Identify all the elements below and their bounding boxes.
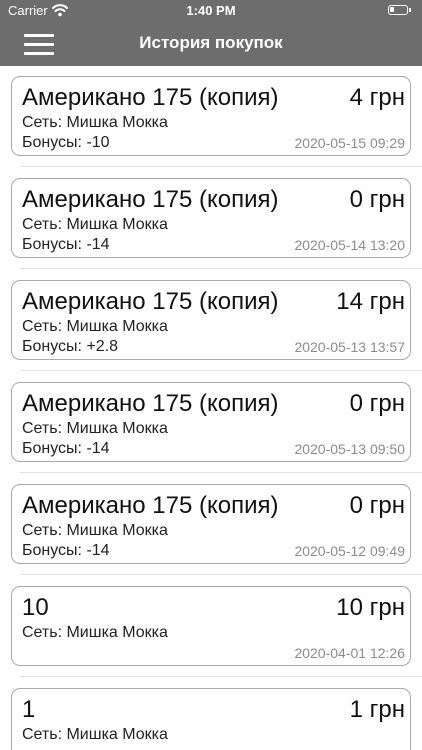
product-price: 0 грн [349, 186, 405, 213]
page-title: История покупок [139, 33, 283, 52]
network-label: Сеть: Мишка Мокка [22, 624, 168, 641]
purchase-card[interactable]: Американо 175 (копия) 0 грн Сеть: Мишка … [11, 382, 411, 462]
product-price: 0 грн [349, 492, 405, 519]
network-label: Сеть: Мишка Мокка [22, 318, 168, 335]
product-name: 1 [22, 696, 36, 723]
divider [20, 472, 422, 473]
purchase-card[interactable]: 10 10 грн Сеть: Мишка Мокка 2020-04-01 1… [11, 586, 411, 666]
product-name: Американо 175 (копия) [22, 186, 279, 213]
divider [20, 370, 422, 371]
purchase-date: 2020-04-01 12:26 [294, 645, 405, 661]
purchase-date: 2020-05-15 09:29 [294, 135, 405, 151]
network-label: Сеть: Мишка Мокка [22, 114, 168, 131]
purchase-date: 2020-05-13 09:50 [294, 441, 405, 457]
battery-icon [388, 5, 411, 15]
divider [20, 268, 422, 269]
status-bar: Carrier 1:40 PM [0, 0, 422, 22]
divider [20, 676, 422, 677]
hamburger-menu-icon[interactable] [24, 34, 54, 56]
purchase-date: 2020-05-13 13:57 [294, 339, 405, 355]
clock-time: 1:40 PM [186, 3, 236, 18]
product-name: Американо 175 (копия) [22, 390, 279, 417]
purchase-date: 2020-05-14 13:20 [294, 237, 405, 253]
network-label: Сеть: Мишка Мокка [22, 420, 168, 437]
bonus-label: Бонусы: -14 [22, 542, 110, 559]
bonus-label: Бонусы: -10 [22, 134, 110, 151]
bonus-label: Бонусы: -14 [22, 236, 110, 253]
network-label: Сеть: Мишка Мокка [22, 726, 168, 743]
product-name: Американо 175 (копия) [22, 84, 279, 111]
purchase-card[interactable]: 1 1 грн Сеть: Мишка Мокка [11, 688, 411, 750]
product-price: 0 грн [349, 390, 405, 417]
divider [20, 574, 422, 575]
bonus-label: Бонусы: -14 [22, 440, 110, 457]
product-name: Американо 175 (копия) [22, 288, 279, 315]
purchase-date: 2020-05-12 09:49 [294, 543, 405, 559]
nav-bar: История покупок [0, 22, 422, 66]
bonus-label: Бонусы: +2.8 [22, 338, 119, 355]
divider [20, 166, 422, 167]
product-price: 1 грн [349, 696, 405, 723]
purchase-card[interactable]: Американо 175 (копия) 4 грн Сеть: Мишка … [11, 76, 411, 156]
product-price: 4 грн [349, 84, 405, 111]
purchase-card[interactable]: Американо 175 (копия) 0 грн Сеть: Мишка … [11, 484, 411, 564]
purchase-card[interactable]: Американо 175 (копия) 0 грн Сеть: Мишка … [11, 178, 411, 258]
product-name: Американо 175 (копия) [22, 492, 279, 519]
product-price: 10 грн [336, 594, 405, 621]
purchase-list[interactable]: Американо 175 (копия) 4 грн Сеть: Мишка … [0, 66, 422, 750]
network-label: Сеть: Мишка Мокка [22, 522, 168, 539]
product-name: 10 [22, 594, 49, 621]
purchase-card[interactable]: Американо 175 (копия) 14 грн Сеть: Мишка… [11, 280, 411, 360]
network-label: Сеть: Мишка Мокка [22, 216, 168, 233]
product-price: 14 грн [336, 288, 405, 315]
